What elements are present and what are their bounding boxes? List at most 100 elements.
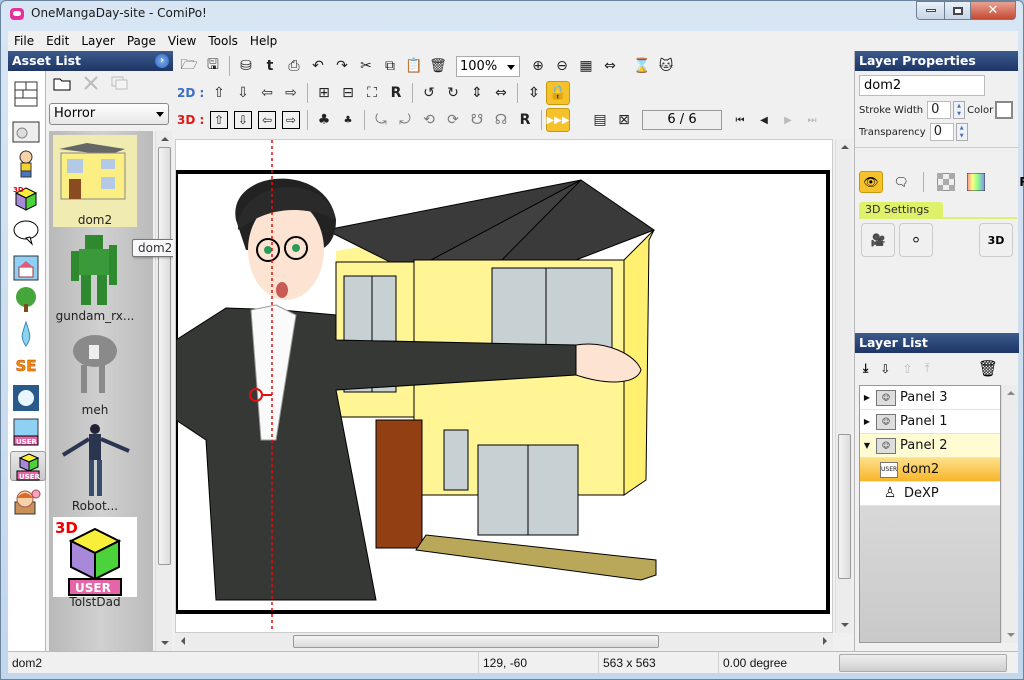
- scroll-up-icon[interactable]: [841, 145, 849, 149]
- move-up-button[interactable]: ⇧: [902, 362, 912, 376]
- transparency-input[interactable]: 0: [929, 123, 954, 141]
- zoom-in-button[interactable]: ⊕: [526, 54, 550, 78]
- category-drop-effect[interactable]: [11, 319, 41, 349]
- roll-right-button[interactable]: ☊: [489, 108, 513, 132]
- tab-3d-settings[interactable]: 3D Settings: [859, 202, 943, 218]
- roll-left-button[interactable]: ☋: [465, 108, 489, 132]
- category-speech-balloon[interactable]: [11, 217, 41, 247]
- fit-page-button[interactable]: ▦: [574, 54, 598, 78]
- layer-node-dexp[interactable]: ♙ DeXP: [860, 482, 1000, 506]
- move-to-top-button[interactable]: ⤒: [924, 361, 929, 376]
- expand-icon[interactable]: ▶: [862, 393, 872, 402]
- spin-down-icon[interactable]: ▼: [954, 110, 964, 118]
- spin-down-icon[interactable]: ▼: [957, 132, 967, 140]
- scroll-left-icon[interactable]: [181, 637, 185, 645]
- tilt-forward-button[interactable]: ⤿: [369, 108, 393, 132]
- menu-page[interactable]: Page: [121, 31, 162, 51]
- expand-icon[interactable]: ▶: [862, 417, 872, 426]
- category-flash-effect[interactable]: [11, 383, 41, 413]
- move-left-3d-button[interactable]: ⇦: [255, 108, 279, 132]
- delete-button[interactable]: 🗑: [426, 54, 450, 78]
- cut-button[interactable]: ✂: [354, 54, 378, 78]
- reset-transform-button[interactable]: ⇳: [522, 81, 546, 105]
- category-character[interactable]: [11, 149, 41, 179]
- close-button[interactable]: ✕: [970, 1, 1016, 20]
- layer-node-panel-3[interactable]: ▶ ☺ Panel 3: [860, 386, 1000, 410]
- move-right-3d-button[interactable]: ⇨: [279, 108, 303, 132]
- next-page-button[interactable]: ▶: [776, 108, 800, 132]
- redo-button[interactable]: ↷: [330, 54, 354, 78]
- category-user-3d[interactable]: USER: [10, 451, 46, 481]
- first-page-button[interactable]: ⏮: [728, 108, 752, 132]
- farther-3d-button[interactable]: ♣: [336, 108, 360, 132]
- move-up-3d-button[interactable]: ⇧: [207, 108, 231, 132]
- layer-list-scrollbar[interactable]: [1001, 385, 1018, 643]
- category-tree[interactable]: [11, 285, 41, 315]
- scroll-down-icon[interactable]: [161, 641, 169, 645]
- add-panel-button[interactable]: ▤: [588, 108, 612, 132]
- category-panel-layout[interactable]: [11, 79, 41, 109]
- scrollbar-thumb[interactable]: [838, 434, 851, 579]
- category-filter-dropdown[interactable]: Horror: [49, 103, 169, 125]
- enlarge-2d-button[interactable]: ⊞: [312, 81, 336, 105]
- visibility-tab[interactable]: 👁: [859, 171, 883, 193]
- menu-tools[interactable]: Tools: [202, 31, 244, 51]
- menu-layer[interactable]: Layer: [75, 31, 120, 51]
- closer-3d-button[interactable]: ♣: [312, 108, 336, 132]
- zoom-dropdown[interactable]: 100%: [456, 55, 520, 77]
- delete-asset-button[interactable]: [83, 75, 99, 94]
- scroll-up-icon[interactable]: [1007, 391, 1015, 395]
- materials-button[interactable]: ⚪: [899, 223, 933, 257]
- stroke-width-spinner[interactable]: ▲ ▼: [953, 101, 966, 119]
- scroll-right-icon[interactable]: [823, 637, 827, 645]
- category-user-background[interactable]: USER: [11, 417, 41, 447]
- asset-item[interactable]: dom2: [53, 135, 137, 227]
- move-right-2d-button[interactable]: ⇨: [279, 81, 303, 105]
- layer-node-panel-1[interactable]: ▶ ☺ Panel 1: [860, 410, 1000, 434]
- menu-view[interactable]: View: [162, 31, 202, 51]
- 3d-options-button[interactable]: 3D: [979, 223, 1013, 257]
- asset-item[interactable]: gundam_rx...: [53, 231, 137, 323]
- export-button[interactable]: ⛁: [234, 54, 258, 78]
- layer-node-dom2[interactable]: USER dom2: [860, 458, 1000, 482]
- move-to-bottom-button[interactable]: ⤓: [863, 361, 868, 376]
- helper-mascot-button[interactable]: 🐱: [654, 54, 678, 78]
- rotate-left-2d-button[interactable]: ↺: [417, 81, 441, 105]
- save-button[interactable]: 🖫: [201, 54, 225, 78]
- balloon-tab[interactable]: 🗨: [889, 171, 913, 193]
- play-animation-button[interactable]: ▶▶▶: [546, 108, 570, 132]
- zoom-out-button[interactable]: ⊖: [550, 54, 574, 78]
- twitter-button[interactable]: t: [258, 54, 282, 78]
- move-down-2d-button[interactable]: ⇩: [231, 81, 255, 105]
- canvas-vertical-scrollbar[interactable]: [835, 139, 852, 633]
- menu-help[interactable]: Help: [244, 31, 283, 51]
- print-button[interactable]: ⎙: [282, 54, 306, 78]
- lock-ratio-button[interactable]: 🔒: [546, 81, 570, 105]
- collapse-panel-button[interactable]: ›: [155, 54, 169, 68]
- reset-properties-button[interactable]: R: [1012, 171, 1024, 193]
- flip-horizontal-button[interactable]: ⇔: [489, 81, 513, 105]
- minimize-button[interactable]: [916, 1, 945, 20]
- delete-panel-button[interactable]: ⊠: [612, 108, 636, 132]
- collapse-icon[interactable]: ▼: [862, 441, 872, 450]
- category-user-character[interactable]: [11, 487, 41, 517]
- menu-file[interactable]: File: [8, 31, 40, 51]
- category-sound-effect[interactable]: SE: [11, 351, 41, 381]
- transparency-tab[interactable]: [934, 171, 958, 193]
- rotate-right-2d-button[interactable]: ↻: [441, 81, 465, 105]
- asset-item[interactable]: meh: [53, 325, 137, 417]
- open-folder-button[interactable]: [53, 75, 71, 94]
- turn-right-button[interactable]: ⟳: [441, 108, 465, 132]
- prev-page-button[interactable]: ◀: [752, 108, 776, 132]
- menu-edit[interactable]: Edit: [40, 31, 75, 51]
- move-down-3d-button[interactable]: ⇩: [231, 108, 255, 132]
- paste-button[interactable]: 📋: [402, 54, 426, 78]
- color-tab[interactable]: [964, 171, 988, 193]
- undo-button[interactable]: ↶: [306, 54, 330, 78]
- stroke-width-input[interactable]: 0: [927, 101, 952, 119]
- camera-settings-button[interactable]: 🎥: [861, 223, 895, 257]
- spin-up-icon[interactable]: ▲: [954, 102, 964, 110]
- layer-name-field[interactable]: dom2: [859, 75, 985, 96]
- move-left-2d-button[interactable]: ⇦: [255, 81, 279, 105]
- fit-width-button[interactable]: ⇔: [598, 54, 622, 78]
